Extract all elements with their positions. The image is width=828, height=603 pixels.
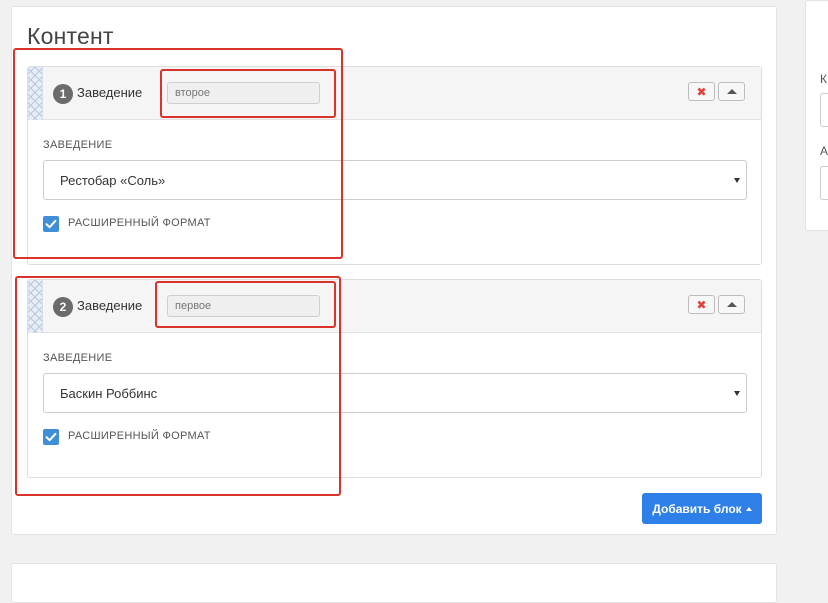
venue-select[interactable]: Рестобар «Соль» <box>43 160 747 200</box>
side-field-label-2: А <box>820 144 828 158</box>
block-type-label: Заведение <box>77 85 143 100</box>
block-name-input[interactable] <box>167 295 320 317</box>
venue-field-label: ЗАВЕДЕНИЕ <box>43 352 113 364</box>
add-block-label: Добавить блок <box>652 501 742 516</box>
caret-up-icon <box>745 506 752 511</box>
chevron-up-icon <box>726 302 737 307</box>
block-header: 2 Заведение ✖ <box>28 280 761 333</box>
extended-format-label: РАСШИРЕННЫЙ ФОРМАТ <box>68 430 211 442</box>
content-block: 1 Заведение ✖ ЗАВЕДЕНИЕ Рестобар «Соль» … <box>27 66 762 265</box>
delete-block-button[interactable]: ✖ <box>688 82 715 101</box>
venue-select-value: Рестобар «Соль» <box>60 173 166 188</box>
add-block-button[interactable]: Добавить блок <box>642 493 762 524</box>
close-icon: ✖ <box>696 84 707 99</box>
panel-title: Контент <box>27 23 114 49</box>
delete-block-button[interactable]: ✖ <box>688 295 715 314</box>
extended-format-checkbox[interactable] <box>43 216 59 232</box>
collapse-block-button[interactable] <box>718 82 745 101</box>
block-type-label: Заведение <box>77 298 143 313</box>
side-field-label-1: К <box>820 72 827 86</box>
next-panel <box>11 563 777 603</box>
drag-handle-icon[interactable] <box>28 280 43 333</box>
block-header: 1 Заведение ✖ <box>28 67 761 120</box>
venue-field-label: ЗАВЕДЕНИЕ <box>43 139 113 151</box>
venue-select-value: Баскин Роббинс <box>60 386 158 401</box>
block-name-input[interactable] <box>167 82 320 104</box>
content-panel: Контент 1 Заведение ✖ ЗАВЕДЕНИЕ Рестобар… <box>11 6 777 535</box>
block-number-badge: 2 <box>53 297 73 317</box>
venue-select[interactable]: Баскин Роббинс <box>43 373 747 413</box>
side-input-2[interactable] <box>820 166 828 200</box>
block-number-badge: 1 <box>53 84 73 104</box>
chevron-up-icon <box>726 89 737 94</box>
caret-down-icon <box>734 178 740 183</box>
side-input-1[interactable] <box>820 93 828 127</box>
check-icon <box>45 219 57 229</box>
collapse-block-button[interactable] <box>718 295 745 314</box>
caret-down-icon <box>734 391 740 396</box>
close-icon: ✖ <box>696 297 707 312</box>
content-block: 2 Заведение ✖ ЗАВЕДЕНИЕ Баскин Роббинс Р… <box>27 279 762 478</box>
extended-format-checkbox[interactable] <box>43 429 59 445</box>
check-icon <box>45 432 57 442</box>
drag-handle-icon[interactable] <box>28 67 43 120</box>
extended-format-label: РАСШИРЕННЫЙ ФОРМАТ <box>68 217 211 229</box>
